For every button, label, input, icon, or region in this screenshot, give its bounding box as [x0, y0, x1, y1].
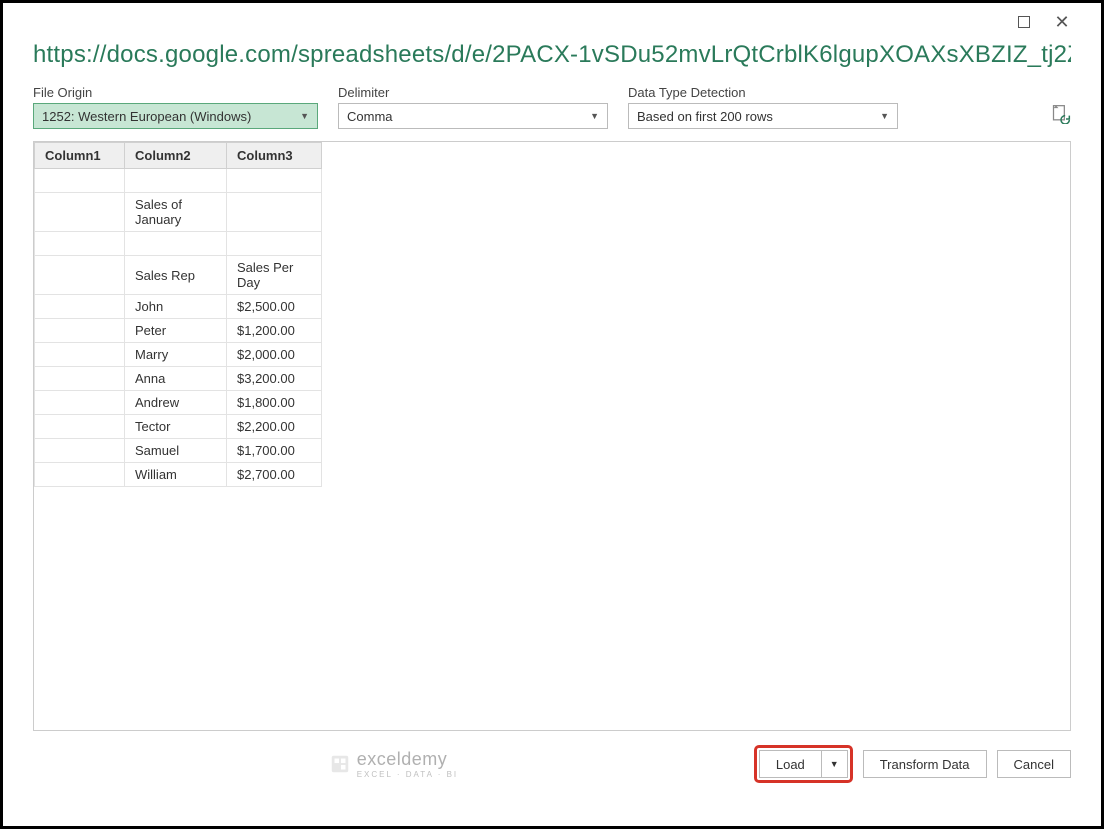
preview-table: Column1Column2Column3 Sales of JanuarySa…: [34, 142, 322, 487]
table-cell: Sales Rep: [125, 256, 227, 295]
table-cell: [227, 169, 322, 193]
dialog-title: https://docs.google.com/spreadsheets/d/e…: [33, 41, 1071, 69]
data-type-detection-value: Based on first 200 rows: [637, 109, 773, 124]
table-cell: [227, 232, 322, 256]
file-origin-select[interactable]: 1252: Western European (Windows) ▼: [33, 103, 318, 129]
column-header[interactable]: Column3: [227, 143, 322, 169]
table-cell: [35, 463, 125, 487]
table-cell: William: [125, 463, 227, 487]
table-cell: [35, 193, 125, 232]
column-header[interactable]: Column2: [125, 143, 227, 169]
table-row: [35, 232, 322, 256]
table-row: [35, 169, 322, 193]
table-cell: [227, 193, 322, 232]
table-cell: Sales Per Day: [227, 256, 322, 295]
cancel-button[interactable]: Cancel: [997, 750, 1071, 778]
table-cell: $1,700.00: [227, 439, 322, 463]
table-row: Sales of January: [35, 193, 322, 232]
table-row: Anna$3,200.00: [35, 367, 322, 391]
watermark-sub: EXCEL · DATA · BI: [357, 770, 458, 779]
chevron-down-icon: ▼: [590, 111, 599, 121]
table-row: Marry$2,000.00: [35, 343, 322, 367]
load-dropdown-button[interactable]: ▼: [821, 750, 848, 778]
data-preview: Column1Column2Column3 Sales of JanuarySa…: [33, 141, 1071, 731]
table-cell: [125, 232, 227, 256]
table-cell: [35, 295, 125, 319]
table-cell: [35, 169, 125, 193]
table-cell: $2,700.00: [227, 463, 322, 487]
table-cell: [125, 169, 227, 193]
table-cell: [35, 391, 125, 415]
table-cell: $1,200.00: [227, 319, 322, 343]
table-cell: Samuel: [125, 439, 227, 463]
table-cell: $1,800.00: [227, 391, 322, 415]
table-cell: Sales of January: [125, 193, 227, 232]
table-cell: [35, 439, 125, 463]
table-cell: Peter: [125, 319, 227, 343]
table-cell: [35, 232, 125, 256]
chevron-down-icon: ▼: [880, 111, 889, 121]
table-row: Peter$1,200.00: [35, 319, 322, 343]
table-cell: $2,200.00: [227, 415, 322, 439]
table-cell: John: [125, 295, 227, 319]
table-row: Andrew$1,800.00: [35, 391, 322, 415]
file-origin-label: File Origin: [33, 85, 318, 100]
load-button[interactable]: Load: [759, 750, 821, 778]
column-header[interactable]: Column1: [35, 143, 125, 169]
data-type-detection-select[interactable]: Based on first 200 rows ▼: [628, 103, 898, 129]
watermark: exceldemy EXCEL · DATA · BI: [329, 749, 458, 779]
data-type-detection-label: Data Type Detection: [628, 85, 898, 100]
delimiter-label: Delimiter: [338, 85, 608, 100]
table-cell: $2,500.00: [227, 295, 322, 319]
table-cell: [35, 256, 125, 295]
refresh-icon[interactable]: [1051, 104, 1071, 124]
delimiter-select[interactable]: Comma ▼: [338, 103, 608, 129]
table-cell: $3,200.00: [227, 367, 322, 391]
table-cell: [35, 415, 125, 439]
options-row: File Origin 1252: Western European (Wind…: [33, 85, 1071, 129]
table-row: Samuel$1,700.00: [35, 439, 322, 463]
dialog-footer: exceldemy EXCEL · DATA · BI Load ▼ Trans…: [33, 745, 1071, 783]
close-button[interactable]: ✕: [1053, 13, 1071, 31]
table-cell: Anna: [125, 367, 227, 391]
table-cell: [35, 343, 125, 367]
table-cell: [35, 367, 125, 391]
table-row: Sales RepSales Per Day: [35, 256, 322, 295]
file-origin-value: 1252: Western European (Windows): [42, 109, 251, 124]
power-query-dialog: ✕ https://docs.google.com/spreadsheets/d…: [0, 0, 1104, 829]
delimiter-value: Comma: [347, 109, 393, 124]
chevron-down-icon: ▼: [300, 111, 309, 121]
table-cell: [35, 319, 125, 343]
logo-icon: [329, 753, 351, 775]
watermark-name: exceldemy: [357, 749, 448, 769]
load-button-highlight: Load ▼: [754, 745, 853, 783]
window-controls: ✕: [1015, 13, 1071, 31]
maximize-button[interactable]: [1015, 13, 1033, 31]
table-row: Tector$2,200.00: [35, 415, 322, 439]
table-cell: $2,000.00: [227, 343, 322, 367]
table-cell: Tector: [125, 415, 227, 439]
transform-data-button[interactable]: Transform Data: [863, 750, 987, 778]
table-cell: Marry: [125, 343, 227, 367]
table-row: John$2,500.00: [35, 295, 322, 319]
table-cell: Andrew: [125, 391, 227, 415]
table-row: William$2,700.00: [35, 463, 322, 487]
